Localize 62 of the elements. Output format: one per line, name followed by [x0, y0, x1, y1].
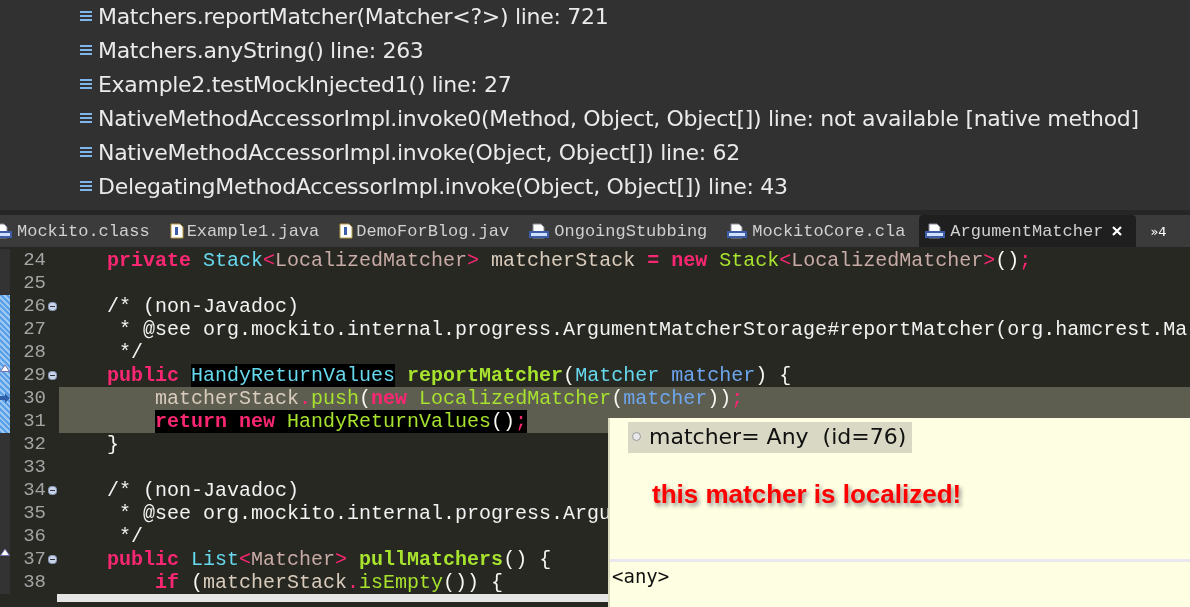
code-line: /* (non-Javadoc): [106, 479, 300, 502]
stack-frame-icon: [80, 44, 92, 56]
fold-icon[interactable]: [48, 302, 57, 311]
line-number: 36: [22, 525, 46, 548]
line-number: 31: [22, 410, 46, 433]
stack-frame[interactable]: NativeMethodAccessorImpl.invoke(Object, Object[]) line: 62: [98, 139, 740, 165]
fold-icon[interactable]: [48, 371, 57, 380]
value-detail: <any>: [611, 564, 670, 587]
line-number: 37: [22, 548, 46, 571]
code-line: * @see org.mockito.internal.progress.ArgumentMatcherStorage#reportMatcher(org.hamcrest.Ma: [118, 318, 1188, 341]
line-number: 33: [22, 456, 46, 479]
code-line: public List<Matcher> pullMatchers() {: [106, 548, 552, 571]
line-number: 26: [22, 295, 46, 318]
code-line: public HandyReturnValues reportMatcher(Matcher matcher) {: [106, 364, 792, 387]
code-line: }: [106, 433, 119, 456]
stack-frame-icon: [80, 78, 92, 90]
line-number: 32: [22, 433, 46, 456]
editor-tab[interactable]: Example1.java: [163, 215, 334, 247]
stack-frame[interactable]: NativeMethodAccessorImpl.invoke0(Method, Object, Object[]) line: not available [native method]: [98, 105, 1139, 131]
code-line: /* (non-Javadoc): [106, 295, 300, 318]
line-number: 34: [22, 479, 46, 502]
code-line: * @see org.mockito.internal.progress.Argu: [118, 502, 612, 525]
code-line: */: [118, 525, 143, 548]
code-line: */: [118, 341, 143, 364]
line-number: 28: [22, 341, 46, 364]
editor-tab[interactable]: Mockito.class: [0, 215, 164, 247]
stack-frame[interactable]: Matchers.reportMatcher(Matcher<?>) line: 721: [98, 3, 609, 29]
annotation-note: this matcher is localized!: [652, 479, 962, 510]
tab-overflow-button[interactable]: »4: [1150, 223, 1167, 239]
stack-frame-icon: [80, 180, 92, 192]
horizontal-scrollbar[interactable]: [57, 594, 608, 602]
class-file-icon: [925, 223, 948, 239]
class-file-icon: [727, 223, 750, 239]
code-line: return new HandyReturnValues();: [154, 410, 528, 433]
line-number: 24: [22, 249, 46, 272]
stack-frame-icon: [80, 146, 92, 158]
java-file-icon: [339, 223, 354, 239]
stack-frame[interactable]: DelegatingMethodAccessorImpl.invoke(Object, Object[]) line: 43: [98, 173, 788, 199]
variable-icon: [632, 432, 641, 441]
stack-frame[interactable]: Matchers.anyString() line: 263: [98, 37, 424, 63]
line-number: 29: [22, 364, 46, 387]
fold-icon[interactable]: [48, 555, 57, 564]
close-icon[interactable]: [1112, 226, 1123, 236]
stack-frame[interactable]: Example2.testMockInjected1() line: 27: [98, 71, 512, 97]
editor-tab[interactable]: OngoingStubbing: [523, 215, 722, 247]
line-number: 38: [22, 571, 46, 594]
code-line: private Stack<LocalizedMatcher> matcherStack = new Stack<LocalizedMatcher>();: [106, 249, 1032, 272]
line-number: 30: [22, 387, 46, 410]
line-number: 25: [22, 272, 46, 295]
class-file-icon: [529, 223, 552, 239]
editor-tab[interactable]: MockitoCore.cla: [721, 215, 920, 247]
stack-frame-icon: [80, 112, 92, 124]
java-file-icon: [169, 223, 184, 239]
editor-tab[interactable]: ArgumentMatcher: [919, 215, 1137, 247]
code-line: if (matcherStack.isEmpty()) {: [154, 571, 504, 594]
editor-tab[interactable]: DemoForBlog.jav: [333, 215, 524, 247]
line-number: 35: [22, 502, 46, 525]
variable-row[interactable]: matcher= Any (id=76): [628, 422, 913, 453]
line-number: 27: [22, 318, 46, 341]
code-line: matcherStack.push(new LocalizedMatcher(matcher));: [154, 387, 744, 410]
stack-frame-icon: [80, 10, 92, 22]
fold-icon[interactable]: [48, 486, 57, 495]
